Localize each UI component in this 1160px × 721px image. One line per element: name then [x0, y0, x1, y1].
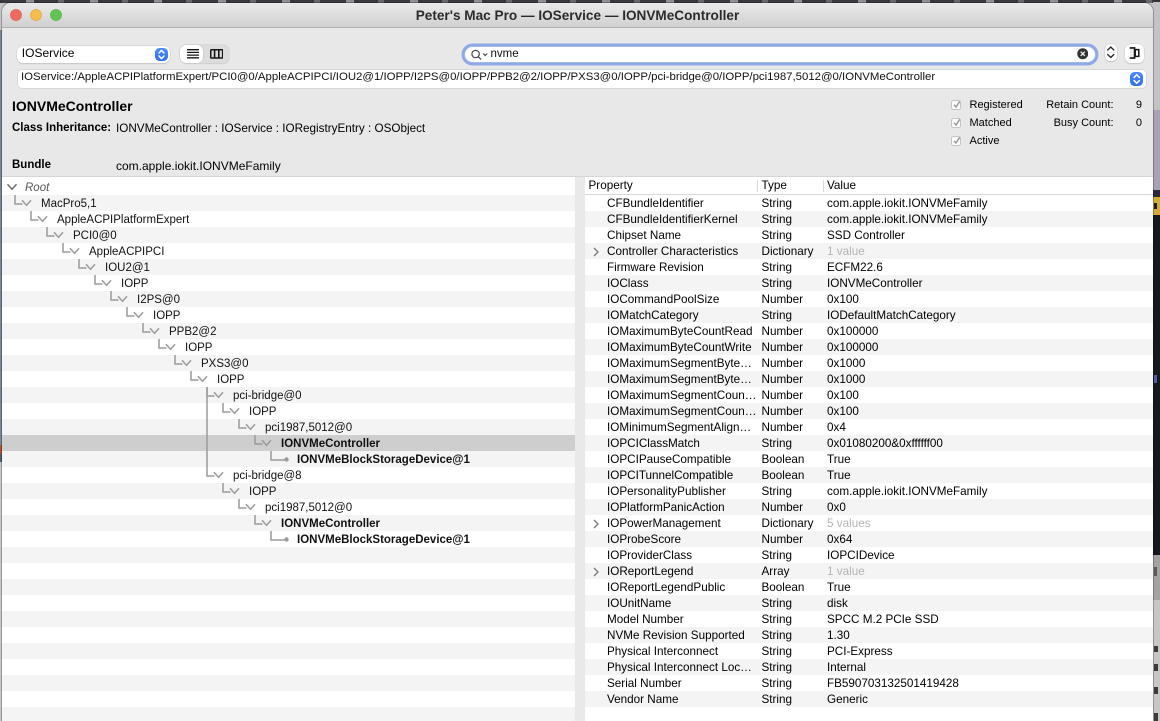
svg-text:AppleACPIPlatformExpert: AppleACPIPlatformExpert: [57, 214, 190, 226]
svg-text:IOU2@1: IOU2@1: [105, 262, 150, 274]
svg-text:IONVMeBlockStorageDevice@1: IONVMeBlockStorageDevice@1: [297, 454, 471, 466]
svg-text:IOPP: IOPP: [121, 278, 149, 290]
svg-text:IOPP: IOPP: [249, 486, 277, 498]
svg-text:Root: Root: [25, 182, 50, 194]
svg-text:pci1987,5012@0: pci1987,5012@0: [265, 502, 352, 514]
svg-text:IOPP: IOPP: [249, 406, 277, 418]
svg-text:pci-bridge@0: pci-bridge@0: [233, 390, 302, 402]
svg-text:IONVMeController: IONVMeController: [281, 518, 381, 530]
svg-text:pci1987,5012@0: pci1987,5012@0: [265, 422, 352, 434]
svg-text:AppleACPIPCI: AppleACPIPCI: [89, 246, 164, 258]
svg-text:IOPP: IOPP: [217, 374, 245, 386]
svg-text:IONVMeBlockStorageDevice@1: IONVMeBlockStorageDevice@1: [297, 534, 471, 546]
svg-text:IOPP: IOPP: [153, 310, 181, 322]
svg-text:I2PS@0: I2PS@0: [137, 294, 180, 306]
svg-text:IONVMeController: IONVMeController: [281, 438, 381, 450]
svg-text:PCI0@0: PCI0@0: [73, 230, 117, 242]
svg-text:pci-bridge@8: pci-bridge@8: [233, 470, 302, 482]
svg-text:MacPro5,1: MacPro5,1: [41, 198, 97, 210]
svg-text:PPB2@2: PPB2@2: [169, 326, 216, 338]
svg-text:IOPP: IOPP: [185, 342, 213, 354]
svg-text:PXS3@0: PXS3@0: [201, 358, 248, 370]
